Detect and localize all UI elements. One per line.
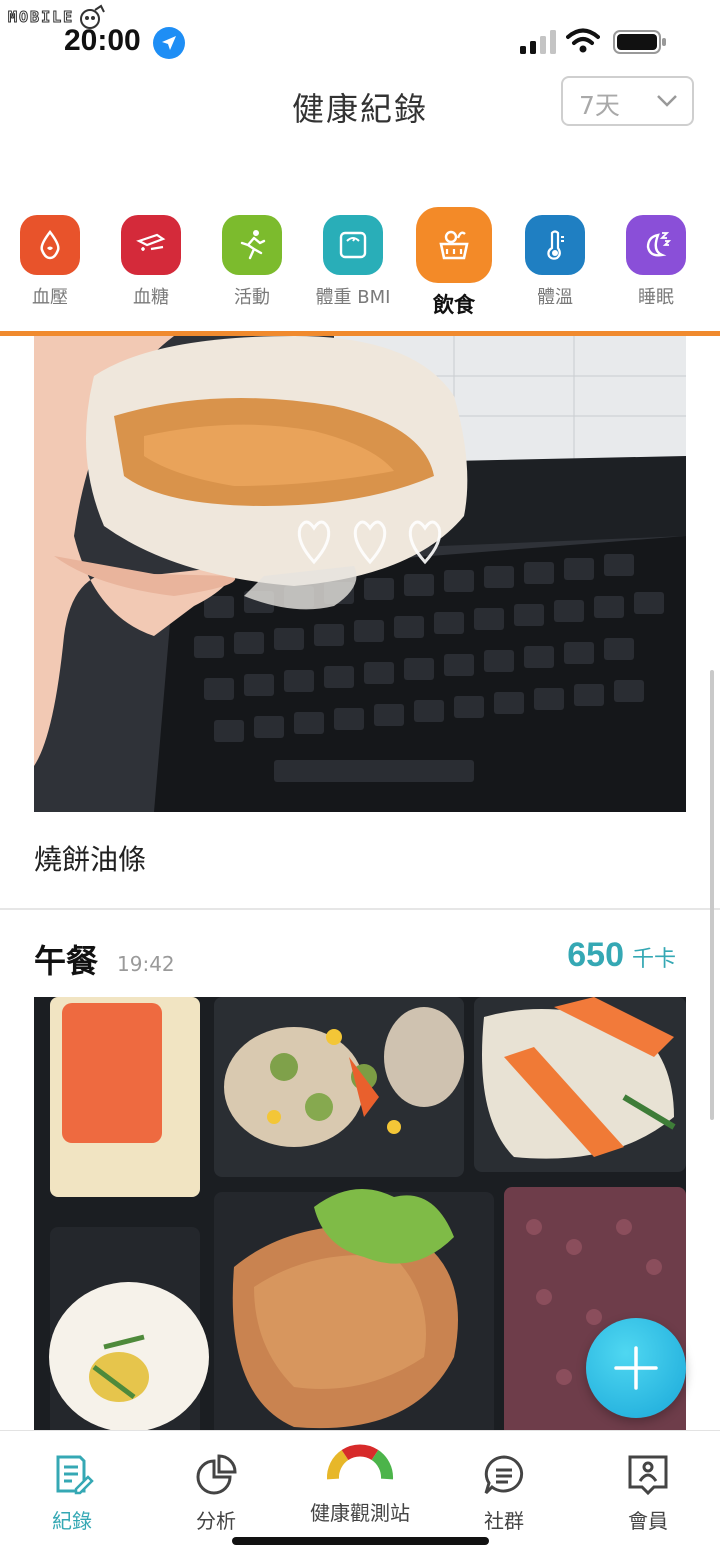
entry-divider [0, 908, 720, 910]
chat-bubble-icon [484, 1455, 524, 1495]
blood-drop-icon [20, 215, 80, 275]
tab-health-station[interactable]: 健康觀測站 [288, 1431, 432, 1526]
category-activity[interactable]: 活動 [202, 205, 302, 309]
records-edit-icon [56, 1455, 94, 1495]
category-temperature[interactable]: 體溫 [505, 205, 605, 309]
diet-feed[interactable]: 燒餅油條 午餐 19:42 650 千卡 [0, 336, 720, 1430]
category-label: 血糖 [133, 287, 169, 308]
tab-label: 社群 [484, 1509, 524, 1533]
tab-label: 紀錄 [52, 1509, 92, 1533]
add-record-button[interactable] [586, 1318, 686, 1418]
tab-label: 會員 [628, 1509, 668, 1533]
wifi-icon [566, 28, 600, 53]
battery-icon [613, 30, 666, 54]
category-label: 飲食 [433, 293, 475, 317]
category-sleep[interactable]: 睡眠 [606, 205, 706, 309]
scrollbar[interactable] [710, 670, 714, 1120]
category-label: 活動 [234, 287, 270, 308]
location-arrow-icon [153, 27, 185, 59]
home-indicator [232, 1537, 489, 1545]
scale-icon [323, 215, 383, 275]
category-weight-bmi[interactable]: 體重 BMI [303, 205, 403, 309]
pie-chart-icon [196, 1454, 237, 1495]
food-basket-icon [416, 207, 492, 283]
glucose-meter-icon [121, 215, 181, 275]
meal-calories: 650 千卡 [567, 936, 676, 975]
chevron-down-icon [657, 95, 677, 107]
calories-unit: 千卡 [631, 947, 676, 972]
meal-photo[interactable] [34, 336, 686, 812]
member-profile-icon [628, 1455, 668, 1496]
running-person-icon [222, 215, 282, 275]
category-diet[interactable]: 飲食 [404, 205, 504, 319]
category-blood-sugar[interactable]: 血糖 [101, 205, 201, 309]
thermometer-icon [525, 215, 585, 275]
category-bar: 血壓 血糖 活動 體重 BMI 飲食 體溫 睡眠 [0, 205, 720, 330]
category-label: 睡眠 [638, 287, 674, 308]
category-label: 體重 BMI [315, 287, 391, 308]
status-bar: MOBILE 20:00 [0, 0, 720, 70]
category-label: 血壓 [32, 287, 68, 308]
plus-icon [614, 1346, 658, 1390]
meal-caption: 燒餅油條 [34, 843, 147, 876]
calories-value: 650 [567, 936, 624, 974]
tab-label: 健康觀測站 [310, 1501, 410, 1525]
meal-title: 午餐 [34, 942, 99, 980]
tab-community[interactable]: 社群 [432, 1431, 576, 1534]
category-label: 體溫 [537, 287, 573, 308]
meal-time: 19:42 [117, 952, 175, 976]
cellular-signal-icon [520, 30, 556, 54]
tab-records[interactable]: 紀錄 [0, 1431, 144, 1534]
health-gauge-icon [326, 1444, 394, 1491]
tab-label: 分析 [196, 1509, 236, 1533]
moon-sleep-icon [626, 215, 686, 275]
range-select[interactable]: 7天 [561, 76, 694, 126]
clock-time: 20:00 [64, 24, 141, 57]
category-blood-pressure[interactable]: 血壓 [0, 205, 100, 309]
tab-member[interactable]: 會員 [576, 1431, 720, 1534]
range-select-value: 7天 [579, 91, 620, 120]
tab-analysis[interactable]: 分析 [144, 1431, 288, 1534]
